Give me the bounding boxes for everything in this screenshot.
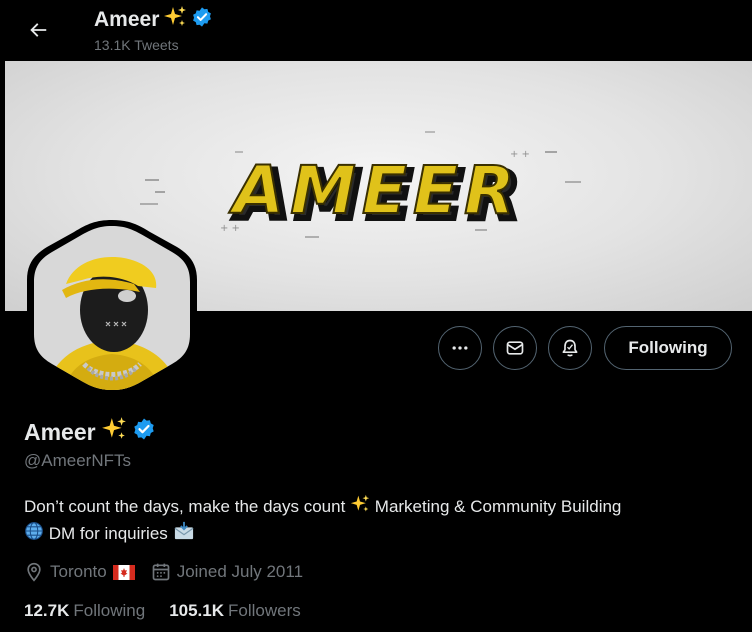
verified-badge-icon <box>191 6 213 34</box>
verified-badge-icon[interactable] <box>132 417 156 447</box>
display-name: Ameer <box>24 416 156 448</box>
display-name-text: Ameer <box>24 418 96 445</box>
envelope-emoji <box>173 521 195 548</box>
location: Toronto <box>24 562 135 582</box>
profile-bio: Don’t count the days, make the days coun… <box>24 494 724 548</box>
followers-label: Followers <box>228 601 301 620</box>
more-icon <box>452 346 468 350</box>
following-link[interactable]: 12.7K Following <box>24 601 145 621</box>
header-name-text: Ameer <box>94 8 160 31</box>
tweet-count: 13.1K Tweets <box>94 37 179 53</box>
more-button[interactable] <box>438 326 482 370</box>
top-bar: Ameer 13.1K Tweets <box>0 0 752 61</box>
following-count: 12.7K <box>24 601 70 620</box>
profile-actions: Following <box>0 326 752 372</box>
join-date: Joined July 2011 <box>151 562 303 582</box>
calendar-icon <box>152 563 170 581</box>
message-icon <box>506 341 524 355</box>
header-name: Ameer <box>94 5 213 35</box>
bio-text-part2: Marketing & Community Building <box>374 497 622 516</box>
location-icon <box>27 562 41 582</box>
canada-flag-icon <box>112 564 135 580</box>
notification-bell-icon <box>562 339 578 357</box>
following-label: Following <box>73 601 146 620</box>
notifications-button[interactable] <box>548 326 592 370</box>
globe-emoji <box>24 521 44 548</box>
banner-logo: AMEER <box>228 152 521 229</box>
sparkles-emoji <box>101 416 127 448</box>
back-button[interactable] <box>18 10 58 50</box>
bio-text-part1: Don’t count the days, make the days coun… <box>24 497 346 516</box>
follow-stats: 12.7K Following 105.1K Followers <box>24 601 301 621</box>
sparkles-emoji <box>350 494 370 521</box>
profile-meta: Toronto Joined July 2011 <box>24 560 319 584</box>
message-button[interactable] <box>493 326 537 370</box>
sparkles-emoji <box>163 5 187 35</box>
followers-link[interactable]: 105.1K Followers <box>169 601 301 621</box>
bio-text-part3: DM for inquiries <box>48 524 168 544</box>
user-handle: @AmeerNFTs <box>24 451 131 470</box>
back-arrow-icon <box>30 23 47 37</box>
location-text: Toronto <box>50 562 107 581</box>
followers-count: 105.1K <box>169 601 225 620</box>
join-date-text: Joined July 2011 <box>176 562 304 581</box>
following-button[interactable]: Following <box>604 326 732 370</box>
